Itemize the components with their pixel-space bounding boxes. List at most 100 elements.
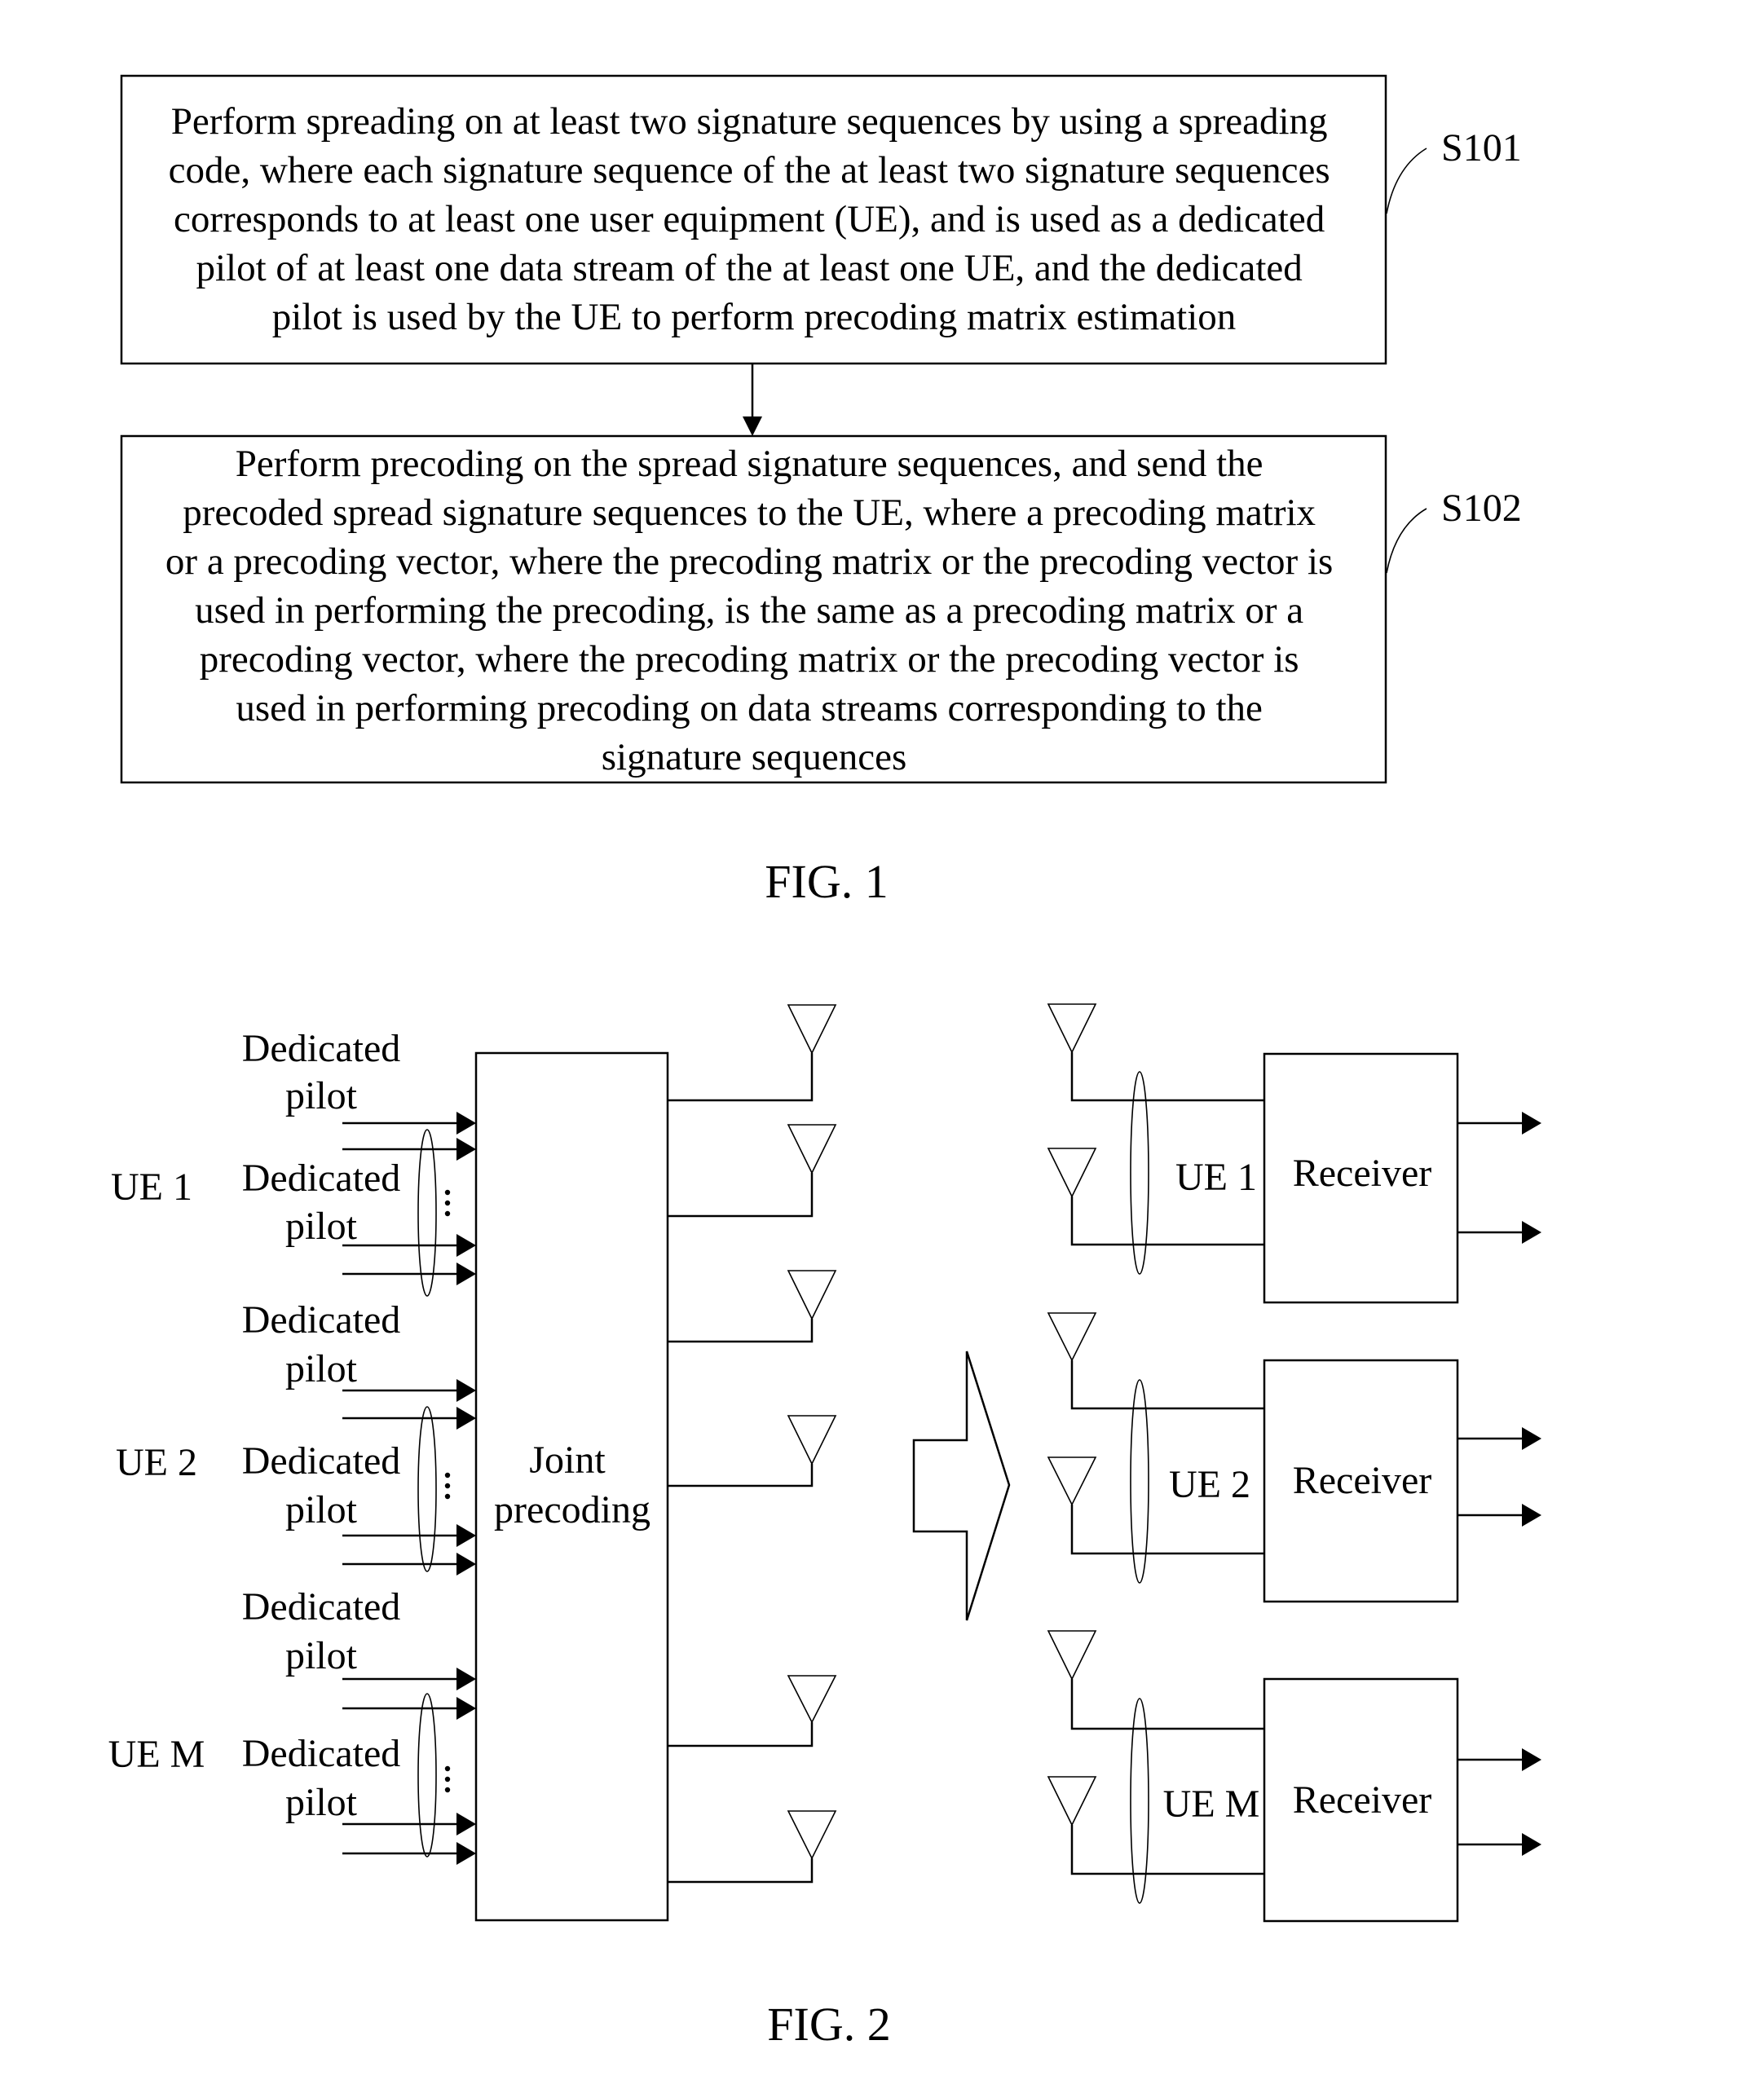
tx-antenna-branch [668, 1810, 837, 1884]
uem-rx-label: UE M [1163, 1783, 1260, 1826]
receiver-output-arrow [1458, 1112, 1541, 1135]
step-s102-line: signature sequences [602, 736, 907, 778]
tx-antenna-icon [787, 1675, 837, 1724]
receiver-output-arrow [1458, 1221, 1541, 1244]
tx-antenna-branch [668, 1124, 837, 1218]
uem-stream-group-ellipse [417, 1693, 437, 1857]
step-s102-text: Perform precoding on the spread signatur… [165, 443, 1343, 778]
dedicated-pilot-label: Dedicated pilot [242, 1585, 401, 1677]
step-s101-line: code, where each signature sequence of t… [169, 149, 1330, 192]
tx-antenna-branch [668, 1415, 837, 1487]
dedicated-pilot-label: Dedicated pilot [242, 1157, 401, 1248]
ue2-receiver-label: Receiver [1293, 1459, 1432, 1502]
ue2-rx-label: UE 2 [1169, 1463, 1250, 1506]
arrowhead [456, 1379, 476, 1402]
tx-feed-line [668, 1464, 814, 1487]
rx-feed-line [1070, 1505, 1264, 1555]
ue1-stream-group-ellipse [417, 1129, 437, 1297]
s101-leader-curve [1386, 148, 1427, 214]
step-s101-line: pilot is used by the UE to perform preco… [272, 296, 1237, 338]
arrowhead [456, 1668, 476, 1690]
tx-antenna-branch [668, 1004, 837, 1102]
ue1-receiver-label: Receiver [1293, 1152, 1432, 1195]
arrowhead [1522, 1504, 1541, 1527]
tx-antenna-branch [668, 1675, 837, 1747]
ue-receive-chain [1047, 1003, 1541, 1275]
rx-feed-line [1070, 1825, 1264, 1875]
fig1-flowchart: Perform spreading on at least two signat… [120, 74, 1522, 908]
rx-feed-line [1070, 1679, 1264, 1730]
arrowhead [456, 1697, 476, 1720]
arrowhead [1522, 1748, 1541, 1771]
rx-feed-line [1070, 1360, 1264, 1410]
arrowhead [456, 1524, 476, 1547]
ue-group-label: UE M [108, 1733, 205, 1776]
pilot-input-arrow [342, 1668, 476, 1690]
tx-feed-line [668, 1722, 814, 1747]
pilot-input-arrow [342, 1524, 476, 1547]
arrowhead [456, 1407, 476, 1430]
rx-antenna-icon [1047, 1312, 1097, 1362]
receive-side [1047, 1003, 1541, 1904]
receiver-output-arrow [1458, 1833, 1541, 1856]
rx-antenna-icon [1047, 1456, 1097, 1506]
pilot-input-arrow [342, 1407, 476, 1430]
tx-feed-line [668, 1319, 814, 1343]
pilot-input-arrow [342, 1813, 476, 1835]
tx-antenna-icon [787, 1124, 837, 1174]
arrowhead [456, 1842, 476, 1865]
ue-group-label: UE 1 [111, 1166, 192, 1209]
arrowhead [456, 1813, 476, 1835]
step-s102-line: precoded spread signature sequences to t… [183, 491, 1316, 534]
arrowhead [1522, 1833, 1541, 1856]
tx-antenna-icon [787, 1270, 837, 1320]
pilot-input-arrow [342, 1112, 476, 1135]
step-s101-line: corresponds to at least one user equipme… [174, 198, 1325, 240]
rx-antenna-icon [1047, 1003, 1097, 1054]
step-s101-line: pilot of at least one data stream of the… [196, 247, 1302, 289]
rx-antenna-group-ellipse [1130, 1379, 1149, 1584]
step-s102-line: or a precoding vector, where the precodi… [165, 540, 1333, 583]
arrowhead [1522, 1112, 1541, 1135]
rx-antenna-icon [1047, 1776, 1097, 1827]
dedicated-pilot-label: Dedicated pilot [242, 1298, 401, 1390]
pilot-input-arrow [342, 1553, 476, 1575]
rx-feed-line [1070, 1196, 1264, 1246]
fig2-diagram: Dedicated pilot Dedicated pilot Dedicated p… [108, 1003, 1541, 2051]
ue2-stream-group-ellipse [417, 1406, 437, 1572]
arrowhead [456, 1263, 476, 1285]
tx-antenna-icon [787, 1810, 837, 1860]
fig1-caption: FIG. 1 [765, 855, 888, 908]
ue-group-label: UE 2 [116, 1441, 197, 1484]
ue-receive-chain [1047, 1312, 1541, 1584]
joint-precoding-label: Joint precoding [494, 1439, 650, 1531]
step-s102-label: S102 [1441, 487, 1522, 530]
dedicated-pilot-label: Dedicated pilot [242, 1732, 401, 1824]
ue1-more-streams-dots [444, 1189, 451, 1217]
uem-receiver-label: Receiver [1293, 1778, 1432, 1822]
rx-antenna-icon [1047, 1630, 1097, 1681]
arrowhead [456, 1553, 476, 1575]
arrowhead [1522, 1427, 1541, 1450]
fig2-caption: FIG. 2 [767, 1998, 890, 2051]
patent-drawing-sheet: Perform spreading on at least two signat… [108, 74, 1541, 2051]
dedicated-pilot-label: Dedicated pilot [242, 1027, 401, 1117]
uem-more-streams-dots [444, 1765, 451, 1793]
pilot-input-arrow [342, 1842, 476, 1865]
ue1-rx-label: UE 1 [1175, 1156, 1257, 1199]
pilot-input-arrow [342, 1263, 476, 1285]
step-s102-line: used in performing the precoding, is the… [195, 589, 1303, 632]
arrowhead [456, 1234, 476, 1257]
tx-feed-line [668, 1053, 814, 1102]
step-s101-label: S101 [1441, 126, 1522, 170]
step-s102-line: precoding vector, where the precoding ma… [200, 638, 1299, 681]
pilot-input-arrow [342, 1379, 476, 1402]
receiver-output-arrow [1458, 1504, 1541, 1527]
step-s101-line: Perform spreading on at least two signat… [171, 100, 1328, 143]
arrowhead [456, 1138, 476, 1161]
rx-feed-line [1070, 1052, 1264, 1102]
step-s101-text: Perform spreading on at least two signat… [169, 100, 1340, 338]
step-s102-line: Perform precoding on the spread signatur… [236, 443, 1263, 485]
ue2-more-streams-dots [444, 1472, 451, 1500]
pilot-input-arrow [342, 1234, 476, 1257]
